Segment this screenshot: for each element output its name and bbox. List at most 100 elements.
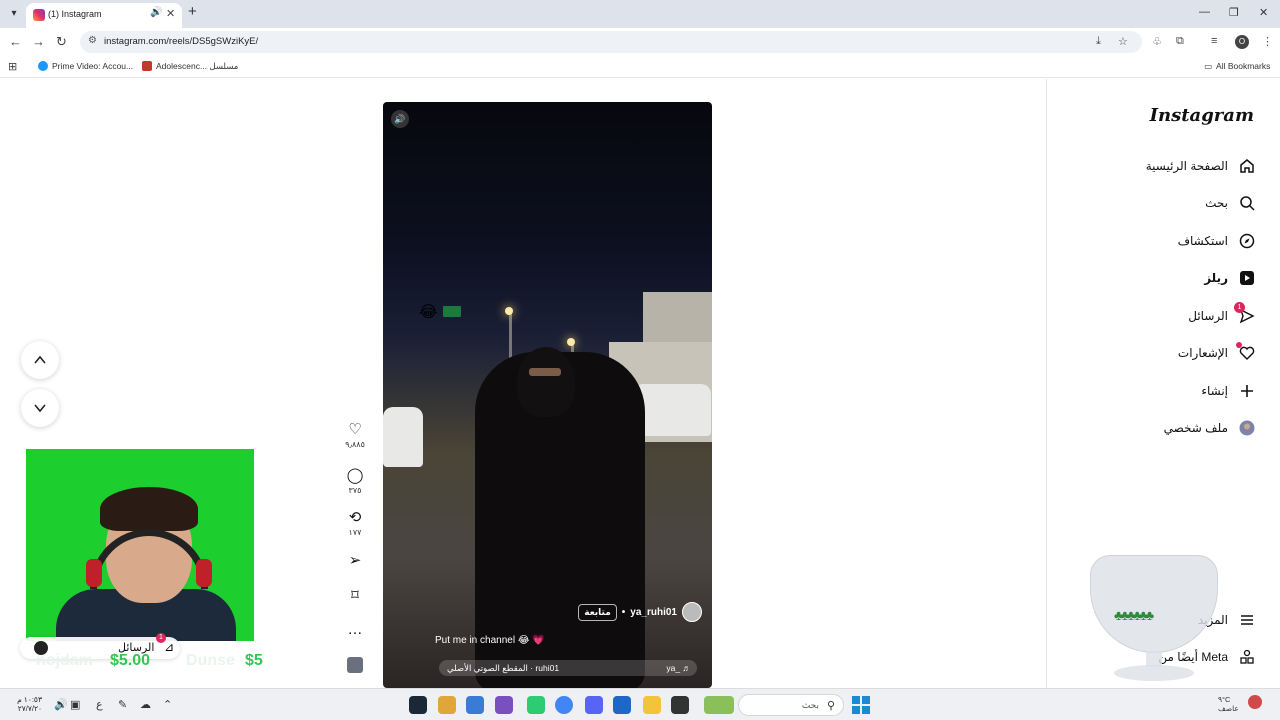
taskbar-search-label: بحث xyxy=(801,700,819,710)
instagram-logo[interactable]: Instagram xyxy=(1150,105,1254,126)
instagram-favicon-icon xyxy=(33,9,45,21)
sidebar-item-home[interactable]: الصفحة الرئيسية xyxy=(1146,154,1256,178)
forward-icon[interactable]: → xyxy=(32,35,45,49)
repost-button[interactable]: ⟲ ١٧٧ xyxy=(340,509,370,537)
separator-dot: • xyxy=(621,606,626,618)
widget-icon[interactable] xyxy=(704,696,734,714)
window-close-icon[interactable]: ✕ xyxy=(1259,6,1268,19)
sidebar-item-create[interactable]: إنشاء xyxy=(1201,379,1256,403)
browser-tabbar: ▾ (1) Instagram 🔊 ✕ + — ❐ ✕ xyxy=(0,0,1280,28)
new-tab-button[interactable]: + xyxy=(188,4,197,20)
next-reel-button[interactable] xyxy=(21,389,59,427)
audio-toggle-icon[interactable]: 🔊 xyxy=(391,110,409,128)
prime-video-icon xyxy=(38,61,48,71)
sidebar-item-profile[interactable]: ملف شخصي xyxy=(1164,416,1256,440)
restore-icon[interactable]: ❐ xyxy=(1229,6,1239,19)
chevron-up-icon[interactable]: ⌃ xyxy=(163,698,172,711)
author-avatar[interactable] xyxy=(682,602,702,622)
sidebar-item-messages[interactable]: 1 الرسائل xyxy=(1188,302,1256,328)
webcam-overlay xyxy=(26,449,254,641)
audio-info[interactable]: المقطع الصوتي الأصلي · ruhi01 ya_ ♬ xyxy=(439,660,697,676)
parked-car xyxy=(383,407,423,467)
tab-audio-icon[interactable]: 🔊 xyxy=(150,7,162,18)
share-button[interactable]: ➢ xyxy=(340,552,370,570)
save-button[interactable]: ⌑ xyxy=(340,587,370,605)
like-count: ٩٫٨٨٥ xyxy=(345,440,365,449)
all-bookmarks-label: All Bookmarks xyxy=(1216,61,1271,71)
comment-button[interactable]: ◯ ٣٧٥ xyxy=(340,467,370,495)
messages-badge: 1 xyxy=(1234,302,1245,313)
sidebar-item-search[interactable]: بحث xyxy=(1205,191,1256,215)
donation-amount-1: $5.00 xyxy=(110,652,151,669)
display-icon[interactable]: ▣ xyxy=(70,698,80,711)
overlay-messages-badge: 1 xyxy=(156,633,166,643)
all-bookmarks[interactable]: ▭ All Bookmarks xyxy=(1204,61,1270,72)
sidebar-item-reels[interactable]: ريلز xyxy=(1204,266,1256,290)
bookmark-adolescence[interactable]: Adolescenc... مسلسل xyxy=(142,61,238,72)
glass-foot xyxy=(1114,665,1194,681)
app-icon[interactable] xyxy=(438,696,456,714)
sidebar-item-notifications[interactable]: الإشعارات xyxy=(1178,341,1256,365)
site-info-icon[interactable]: ⚙ xyxy=(88,35,97,46)
browser-tab[interactable]: (1) Instagram 🔊 ✕ xyxy=(26,3,182,28)
bookmark-prime-video[interactable]: Prime Video: Accou... xyxy=(38,61,133,71)
taskbar-search[interactable]: ⚲ بحث xyxy=(738,694,844,716)
bookmark-star-icon[interactable]: ☆ xyxy=(1118,35,1128,48)
compass-icon xyxy=(1238,232,1256,250)
minimize-icon[interactable]: — xyxy=(1199,6,1210,18)
back-icon[interactable]: ← xyxy=(9,35,22,49)
cloud-icon[interactable]: ☁ xyxy=(140,698,151,711)
search-icon xyxy=(1238,194,1256,212)
chrome-icon[interactable] xyxy=(555,696,573,714)
terminal-icon[interactable] xyxy=(671,696,689,714)
tab-search-dropdown-icon[interactable]: ▾ xyxy=(6,6,22,22)
windows-start-icon[interactable] xyxy=(852,696,870,714)
apps-grid-icon[interactable]: ⊞ xyxy=(8,60,17,73)
previous-reel-button[interactable] xyxy=(21,341,59,379)
pen-icon[interactable]: ✎ xyxy=(118,698,127,711)
language-indicator[interactable]: ع xyxy=(96,698,103,711)
ellipsis-icon: … xyxy=(347,621,363,638)
audio-title: المقطع الصوتي الأصلي · ruhi01 xyxy=(447,663,560,673)
browser-toolbar: ← → ↻ ⚙ instagram.com/reels/DS5gSWziKyE/… xyxy=(0,28,1280,56)
url-text: instagram.com/reels/DS5gSWziKyE/ xyxy=(104,36,259,47)
audio-thumbnail[interactable] xyxy=(347,657,363,673)
media-control-icon[interactable]: ≡ xyxy=(1211,35,1217,47)
volume-icon[interactable]: 🔊 xyxy=(54,698,68,711)
comment-count: ٣٧٥ xyxy=(348,486,362,495)
reel-video[interactable]: 😂 🔊 ya_ruhi01 • متابعة Put me in channel… xyxy=(383,102,712,688)
tab-title: (1) Instagram xyxy=(48,9,102,19)
more-options-button[interactable]: … xyxy=(340,621,370,639)
sidebar-item-explore[interactable]: استكشاف xyxy=(1178,229,1256,253)
tab-close-icon[interactable]: ✕ xyxy=(166,7,175,20)
heart-icon xyxy=(1236,342,1256,362)
follow-button[interactable]: متابعة xyxy=(578,603,617,621)
author-username[interactable]: ya_ruhi01 xyxy=(630,607,677,618)
headset-ear-right xyxy=(196,559,212,587)
reload-icon[interactable]: ↻ xyxy=(56,35,67,49)
extension-icon[interactable]: ♧ xyxy=(1152,35,1162,48)
sidebar-item-label: الصفحة الرئيسية xyxy=(1145,159,1228,173)
app-icon[interactable] xyxy=(527,696,545,714)
app-icon[interactable] xyxy=(466,696,484,714)
sidebar-item-label: الإشعارات xyxy=(1177,346,1228,360)
store-icon[interactable] xyxy=(613,696,631,714)
clock[interactable]: ١٠:٥٣ م ٢٧/٧/٢٠ xyxy=(12,695,42,713)
discord-icon[interactable] xyxy=(585,696,603,714)
audio-author: ya_ ♬ xyxy=(666,663,691,673)
profile-avatar[interactable]: O xyxy=(1235,35,1249,49)
bookmark-icon: ⌑ xyxy=(351,587,359,604)
app-icon[interactable] xyxy=(495,696,513,714)
address-bar[interactable]: ⚙ instagram.com/reels/DS5gSWziKyE/ ⤓ ☆ xyxy=(80,31,1142,53)
repost-count: ١٧٧ xyxy=(348,528,362,537)
notification-dot xyxy=(1236,342,1242,348)
install-app-icon[interactable]: ⤓ xyxy=(1096,35,1101,48)
weather-icon[interactable] xyxy=(1248,695,1262,709)
steam-icon[interactable] xyxy=(409,696,427,714)
file-explorer-icon[interactable] xyxy=(643,696,661,714)
bookmark-label: Adolescenc... مسلسل xyxy=(156,61,239,71)
sidebar-item-label: استكشاف xyxy=(1177,234,1228,248)
like-button[interactable]: ♡ ٩٫٨٨٥ xyxy=(340,421,370,449)
extensions-puzzle-icon[interactable]: ⧉ xyxy=(1176,35,1184,48)
menu-kebab-icon[interactable]: ⋮ xyxy=(1262,35,1273,48)
